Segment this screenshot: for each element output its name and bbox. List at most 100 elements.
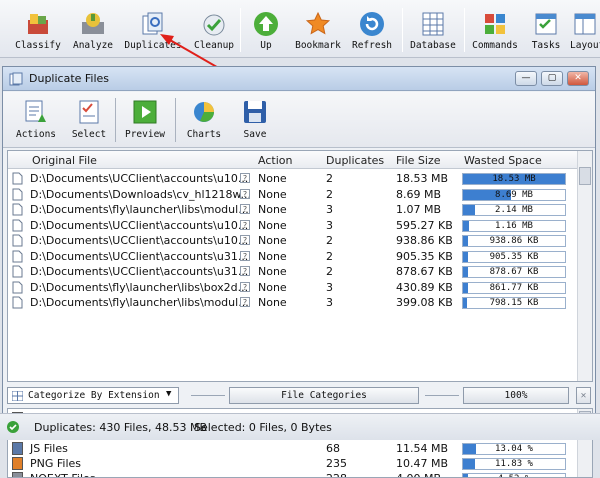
file-icon bbox=[12, 281, 23, 294]
refresh-button[interactable]: Refresh bbox=[350, 4, 394, 56]
close-button[interactable]: ✕ bbox=[567, 71, 589, 86]
duplicates-cell: 2 bbox=[326, 265, 333, 278]
action-cell[interactable]: None bbox=[258, 234, 287, 247]
help-icon[interactable]: ? bbox=[240, 220, 250, 230]
original-file-cell: D:\Documents\UCClient\accounts\u10... bbox=[30, 172, 250, 185]
action-cell[interactable]: None bbox=[258, 203, 287, 216]
help-icon[interactable]: ? bbox=[240, 297, 250, 307]
save-icon bbox=[241, 98, 269, 126]
category-bar: Categorize By Extension ▼ File Categorie… bbox=[7, 385, 593, 405]
category-percent-bar: 4.52 % bbox=[462, 473, 566, 478]
charts-icon bbox=[190, 98, 218, 126]
category-name: NOEXT Files bbox=[30, 472, 96, 478]
cleanup-button[interactable]: Cleanup bbox=[190, 4, 238, 56]
actions-icon bbox=[22, 98, 50, 126]
category-percent-label: 13.04 % bbox=[463, 443, 565, 455]
table-row[interactable]: D:\Documents\Downloads\cv_hl1218w...? Non… bbox=[8, 187, 578, 203]
duplicates-button[interactable]: Duplicates bbox=[122, 4, 184, 56]
table-row[interactable]: D:\Documents\fly\launcher\libs\modul...?… bbox=[8, 202, 578, 218]
wasted-space-label: 1.16 MB bbox=[463, 220, 565, 232]
help-icon[interactable]: ? bbox=[240, 251, 250, 261]
help-icon[interactable]: ? bbox=[240, 282, 250, 292]
file-size-cell: 1.07 MB bbox=[396, 203, 441, 216]
column-wasted-space[interactable]: Wasted Space bbox=[464, 154, 542, 167]
original-file-cell: D:\Documents\fly\launcher\libs\box2d... bbox=[30, 281, 250, 294]
action-cell[interactable]: None bbox=[258, 281, 287, 294]
window-toolbar: Actions Select Preview Charts Save bbox=[3, 92, 595, 148]
table-row[interactable]: D:\Documents\fly\launcher\libs\box2d...?… bbox=[8, 280, 578, 296]
original-file-cell: D:\Documents\UCClient\accounts\u31... bbox=[30, 265, 250, 278]
js-file-icon bbox=[12, 442, 23, 455]
select-button[interactable]: Select bbox=[67, 94, 111, 146]
maximize-button[interactable]: ▢ bbox=[541, 71, 563, 86]
up-button[interactable]: Up bbox=[248, 4, 284, 56]
action-cell[interactable]: None bbox=[258, 219, 287, 232]
category-row[interactable]: NOEXT Files2284.00 MB4.52 % bbox=[8, 471, 578, 478]
duplicates-cell: 2 bbox=[326, 188, 333, 201]
scrollbar-thumb[interactable] bbox=[579, 167, 591, 185]
database-icon bbox=[419, 10, 447, 38]
table-row[interactable]: D:\Documents\UCClient\accounts\u10...? No… bbox=[8, 233, 578, 249]
wasted-space-bar: 905.35 KB bbox=[462, 251, 566, 263]
database-button[interactable]: Database bbox=[408, 4, 458, 56]
zoom-percent-button[interactable]: 100% bbox=[463, 387, 569, 404]
column-action[interactable]: Action bbox=[258, 154, 292, 167]
original-file-cell: D:\Documents\Downloads\cv_hl1218w... bbox=[30, 188, 250, 201]
close-panel-button[interactable]: ✕ bbox=[576, 387, 591, 404]
category-percent-label: 4.52 % bbox=[463, 473, 565, 478]
file-icon bbox=[12, 172, 23, 185]
table-row[interactable]: D:\Documents\UCClient\accounts\u31...? No… bbox=[8, 264, 578, 280]
star-icon bbox=[304, 10, 332, 38]
window-title: Duplicate Files bbox=[29, 72, 109, 85]
category-name: PNG Files bbox=[30, 457, 81, 470]
wasted-space-label: 2.14 MB bbox=[463, 204, 565, 216]
column-original-file[interactable]: Original File bbox=[32, 154, 97, 167]
help-icon[interactable]: ? bbox=[240, 235, 250, 245]
status-selected: Selected: 0 Files, 0 Bytes bbox=[194, 421, 332, 434]
actions-button[interactable]: Actions bbox=[11, 94, 61, 146]
action-cell[interactable]: None bbox=[258, 172, 287, 185]
file-categories-button[interactable]: File Categories bbox=[229, 387, 419, 404]
tasks-button[interactable]: Tasks bbox=[528, 4, 564, 56]
window-titlebar: Duplicate Files — ▢ ✕ bbox=[3, 67, 595, 91]
wasted-space-label: 861.77 KB bbox=[463, 282, 565, 294]
layout-button[interactable]: Layout bbox=[570, 4, 600, 56]
minimize-button[interactable]: — bbox=[515, 71, 537, 86]
category-row[interactable]: JS Files6811.54 MB13.04 % bbox=[8, 441, 578, 456]
original-file-cell: D:\Documents\UCClient\accounts\u31... bbox=[30, 250, 250, 263]
table-row[interactable]: D:\Documents\UCClient\accounts\u10...? No… bbox=[8, 171, 578, 187]
help-icon[interactable]: ? bbox=[240, 189, 250, 199]
preview-button[interactable]: Preview bbox=[121, 94, 169, 146]
category-count: 228 bbox=[326, 472, 347, 478]
original-file-cell: D:\Documents\UCClient\accounts\u10... bbox=[30, 234, 250, 247]
duplicates-cell: 2 bbox=[326, 172, 333, 185]
commands-button[interactable]: Commands bbox=[470, 4, 520, 56]
table-row[interactable]: D:\Documents\UCClient\accounts\u31...? No… bbox=[8, 249, 578, 265]
column-file-size[interactable]: File Size bbox=[396, 154, 440, 167]
original-file-cell: D:\Documents\fly\launcher\libs\modul... bbox=[30, 203, 250, 216]
table-row[interactable]: D:\Documents\UCClient\accounts\u10...?No… bbox=[8, 218, 578, 234]
duplicates-cell: 3 bbox=[326, 203, 333, 216]
chevron-down-icon: ▼ bbox=[166, 389, 171, 399]
help-icon[interactable]: ? bbox=[240, 204, 250, 214]
action-cell[interactable]: None bbox=[258, 296, 287, 309]
help-icon[interactable]: ? bbox=[240, 173, 250, 183]
categorize-combo[interactable]: Categorize By Extension ▼ bbox=[7, 387, 179, 404]
file-icon bbox=[12, 234, 23, 247]
wasted-space-bar: 878.67 KB bbox=[462, 266, 566, 278]
category-row[interactable]: PNG Files23510.47 MB11.83 % bbox=[8, 456, 578, 471]
table-row[interactable]: D:\Documents\fly\launcher\libs\modul...?… bbox=[8, 295, 578, 311]
action-cell[interactable]: None bbox=[258, 188, 287, 201]
wasted-space-bar: 18.53 MB bbox=[462, 173, 566, 185]
column-duplicates[interactable]: Duplicates bbox=[326, 154, 384, 167]
analyze-button[interactable]: Analyze bbox=[68, 4, 118, 56]
help-icon[interactable]: ? bbox=[240, 266, 250, 276]
save-button[interactable]: Save bbox=[235, 94, 275, 146]
table-scrollbar[interactable] bbox=[577, 151, 592, 381]
classify-button[interactable]: Classify bbox=[10, 4, 66, 56]
wasted-space-label: 878.67 KB bbox=[463, 266, 565, 278]
action-cell[interactable]: None bbox=[258, 265, 287, 278]
action-cell[interactable]: None bbox=[258, 250, 287, 263]
bookmark-button[interactable]: Bookmark bbox=[292, 4, 344, 56]
charts-button[interactable]: Charts bbox=[181, 94, 227, 146]
